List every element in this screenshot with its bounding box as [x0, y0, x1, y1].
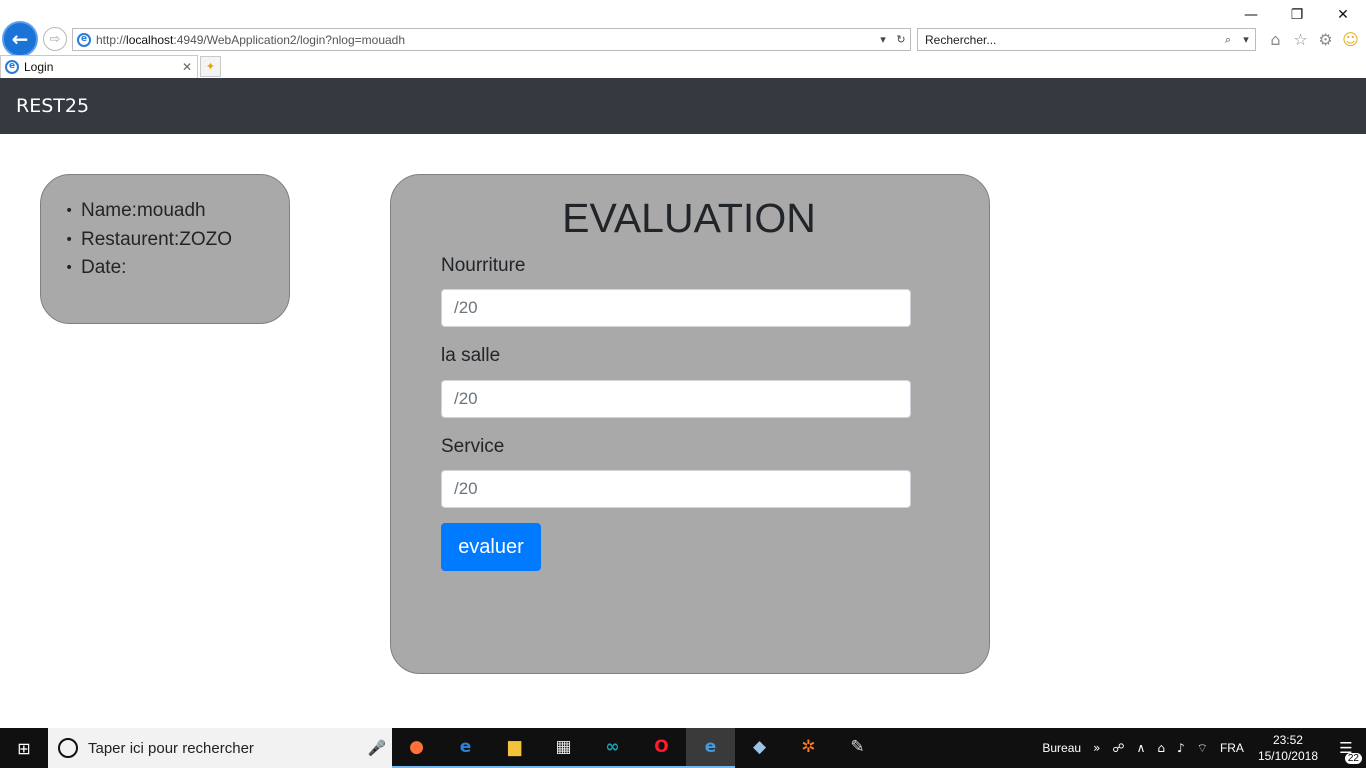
browser-search-input[interactable] [925, 32, 1219, 47]
wifi-icon[interactable]: ⌔ [1191, 741, 1214, 756]
info-text: Restaurent:ZOZO [81, 228, 232, 250]
notification-count-badge: 22 [1344, 753, 1362, 764]
opera-icon: O [654, 737, 669, 757]
url-host: localhost [126, 32, 174, 47]
service-label: Service [441, 436, 505, 457]
info-list: • Name:mouadh • Restaurent:ZOZO • Date: [65, 197, 289, 283]
paint-icon: ✎ [850, 737, 865, 757]
taskbar-app-virtualbox[interactable]: ◆ [735, 728, 784, 768]
clock-date: 15/10/2018 [1257, 749, 1318, 763]
info-item-name: • Name:mouadh [65, 197, 289, 226]
desktop-toolbar-label[interactable]: Bureau [1036, 741, 1087, 755]
microphone-icon[interactable]: 🎤 [362, 739, 392, 757]
url-prefix: http:// [96, 32, 127, 47]
forward-button[interactable]: ⇨ [43, 27, 67, 51]
salle-label: la salle [441, 345, 501, 366]
notification-center-button[interactable]: ☰ 22 [1326, 728, 1366, 768]
taskbar-app-edge[interactable]: e [441, 728, 490, 768]
url-text[interactable]: http://localhost:4949/WebApplication2/lo… [96, 33, 874, 47]
nourriture-label: Nourriture [441, 255, 526, 276]
minimize-button[interactable]: — [1228, 4, 1274, 26]
info-text: Date: [81, 257, 127, 278]
salle-input[interactable] [441, 380, 911, 418]
clock-time: 23:52 [1272, 733, 1303, 747]
evaluer-button[interactable]: evaluer [441, 523, 541, 571]
restore-button[interactable]: ❐ [1274, 4, 1320, 26]
network-icon[interactable]: ⌂ [1151, 741, 1171, 755]
favorites-star-icon[interactable]: ☆ [1291, 28, 1310, 50]
taskbar-search[interactable]: Taper ici pour rechercher 🎤 [48, 728, 392, 768]
taskbar-app-xampp[interactable]: ✲ [784, 728, 833, 768]
address-dropdown-icon[interactable]: ▾ [874, 33, 892, 46]
forward-arrow-icon: ⇨ [49, 31, 61, 47]
navbar-brand[interactable]: REST25 [16, 95, 89, 117]
close-window-button[interactable]: ✕ [1320, 4, 1366, 26]
info-item-date: • Date: [65, 254, 289, 283]
feedback-smiley-icon[interactable]: ☺ [1341, 28, 1360, 50]
tray-overflow-icon[interactable]: ∧ [1131, 741, 1152, 755]
back-arrow-icon: ← [11, 27, 29, 51]
window-controls: — ❐ ✕ [1228, 4, 1366, 26]
bullet-icon: • [65, 203, 74, 219]
cortana-icon [58, 738, 78, 758]
tab-close-icon[interactable]: ✕ [177, 60, 197, 74]
refresh-icon[interactable]: ↻ [892, 33, 910, 46]
clock[interactable]: 23:52 15/10/2018 [1250, 732, 1326, 764]
browser-chrome: — ❐ ✕ ← ⇨ e http://localhost:4949/WebApp… [0, 0, 1366, 78]
search-icon[interactable]: ⌕ [1219, 33, 1237, 47]
arduino-icon: ∞ [605, 737, 620, 757]
taskbar-app-opera[interactable]: O [637, 728, 686, 768]
xampp-icon: ✲ [801, 737, 816, 757]
taskbar-app-store[interactable]: ▦ [539, 728, 588, 768]
start-button[interactable]: ⊞ [0, 728, 48, 768]
taskbar-app-file-explorer[interactable]: ▆ [490, 728, 539, 768]
home-icon[interactable]: ⌂ [1266, 28, 1285, 50]
evaluation-title: EVALUATION [562, 195, 816, 241]
windows-logo-icon: ⊞ [17, 738, 31, 758]
info-text: Name:mouadh [81, 200, 206, 221]
taskbar-app-arduino[interactable]: ∞ [588, 728, 637, 768]
evaluation-form: EVALUATION Nourriture la salle Service e… [390, 174, 990, 674]
url-path: :4949/WebApplication2/login?nlog=mouadh [173, 32, 406, 47]
new-tab-button[interactable]: ✦ [200, 56, 221, 77]
language-indicator[interactable]: FRA [1214, 741, 1250, 755]
volume-icon[interactable]: ♪ [1171, 741, 1191, 755]
people-icon[interactable]: ☍ [1106, 741, 1130, 755]
tab-ie-icon: e [5, 60, 19, 74]
store-icon: ▦ [555, 737, 572, 757]
taskbar-app-internet-explorer[interactable]: e [686, 728, 735, 768]
ie-page-icon: e [77, 32, 91, 47]
tab-title: Login [24, 60, 54, 74]
firefox-icon: ● [409, 737, 424, 757]
taskbar-search-placeholder: Taper ici pour rechercher [88, 739, 254, 757]
file-explorer-icon: ▆ [507, 737, 522, 757]
nourriture-input[interactable] [441, 289, 911, 327]
info-card: • Name:mouadh • Restaurent:ZOZO • Date: [40, 174, 290, 324]
browser-search-box[interactable]: ⌕ ▾ [917, 28, 1256, 51]
taskbar-app-paint[interactable]: ✎ [833, 728, 882, 768]
settings-gear-icon[interactable]: ⚙ [1316, 28, 1335, 50]
address-bar[interactable]: e http://localhost:4949/WebApplication2/… [72, 28, 911, 51]
desktop-chevron-icon[interactable]: » [1087, 741, 1106, 755]
taskbar-app-firefox[interactable]: ● [392, 728, 441, 768]
tab-login[interactable]: e Login ✕ [0, 55, 198, 78]
bullet-icon: • [65, 260, 74, 276]
search-dropdown-icon[interactable]: ▾ [1237, 33, 1255, 46]
browser-tools: ⌂ ☆ ⚙ ☺ [1266, 28, 1360, 50]
info-item-restaurant: • Restaurent:ZOZO [65, 226, 289, 255]
internet-explorer-icon: e [704, 737, 717, 757]
bullet-icon: • [65, 231, 74, 248]
virtualbox-icon: ◆ [752, 737, 767, 757]
edge-icon: e [459, 737, 472, 757]
taskbar: ⊞ Taper ici pour rechercher 🎤 ● e ▆ ▦ ∞ Oe ◆ ✲ ✎… [0, 728, 1366, 768]
new-tab-icon: ✦ [205, 60, 216, 73]
service-input[interactable] [441, 470, 911, 508]
taskbar-apps: ● e ▆ ▦ ∞ Oe ◆ ✲ ✎ [392, 728, 882, 768]
back-button[interactable]: ← [2, 21, 38, 57]
system-tray: Bureau » ☍ ∧ ⌂ ♪ ⌔ FRA 23:52 15/10/2018 … [1036, 728, 1366, 768]
navbar: REST25 [0, 78, 1366, 134]
